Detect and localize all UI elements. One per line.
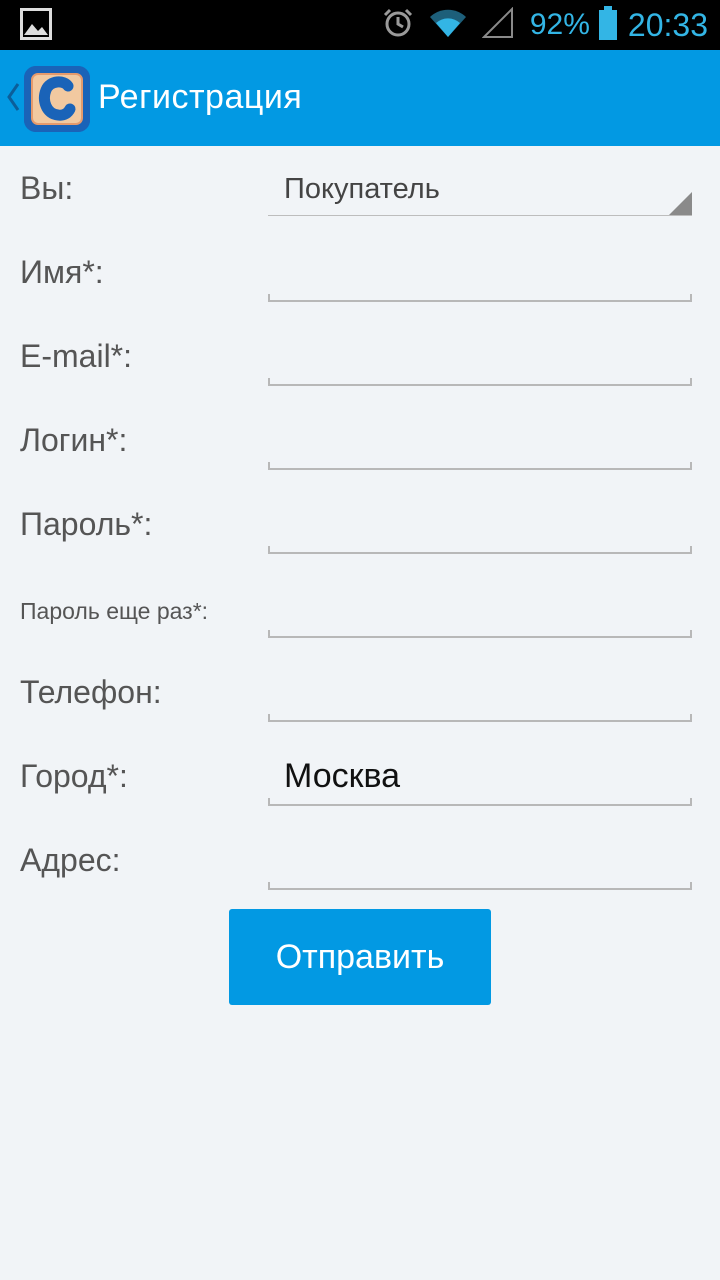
email-input[interactable] [268,336,692,386]
password-repeat-row: Пароль еще раз*: [0,566,720,650]
dropdown-arrow-icon [668,192,692,216]
image-icon [20,8,52,45]
name-label: Имя*: [20,254,104,290]
address-input[interactable] [268,840,692,890]
password-repeat-label: Пароль еще раз*: [20,598,209,624]
login-row: Логин*: [0,398,720,482]
user-type-value: Покупатель [284,173,440,205]
user-type-row: Вы: Покупатель [0,146,720,230]
submit-button[interactable]: Отправить [229,909,491,1005]
city-row: Город*: Москва [0,734,720,818]
phone-label: Телефон: [20,674,162,710]
phone-row: Телефон: [0,650,720,734]
wifi-icon [428,7,468,44]
user-type-spinner[interactable]: Покупатель [268,166,692,216]
password-input[interactable] [268,504,692,554]
status-bar: 92% 20:33 [0,0,720,50]
page-title: Регистрация [98,78,303,116]
password-row: Пароль*: [0,482,720,566]
app-logo-icon[interactable] [24,66,90,132]
name-input[interactable] [268,252,692,302]
password-label: Пароль*: [20,506,153,542]
alarm-icon [382,7,414,44]
address-row: Адрес: [0,818,720,902]
email-row: E-mail*: [0,314,720,398]
address-label: Адрес: [20,842,121,878]
battery-icon [598,5,618,45]
login-input[interactable] [268,420,692,470]
user-type-label: Вы: [20,170,74,206]
email-label: E-mail*: [20,338,133,374]
phone-input[interactable] [268,672,692,722]
signal-icon [481,6,514,44]
password-repeat-input[interactable] [268,588,692,638]
action-bar: Регистрация [0,50,720,146]
city-input[interactable]: Москва [268,756,692,806]
login-label: Логин*: [20,422,128,458]
city-value: Москва [284,757,401,795]
chevron-left-icon[interactable] [6,80,20,119]
name-row: Имя*: [0,230,720,314]
clock: 20:33 [627,6,708,43]
battery-percent: 92% [529,8,590,41]
city-label: Город*: [20,758,128,794]
